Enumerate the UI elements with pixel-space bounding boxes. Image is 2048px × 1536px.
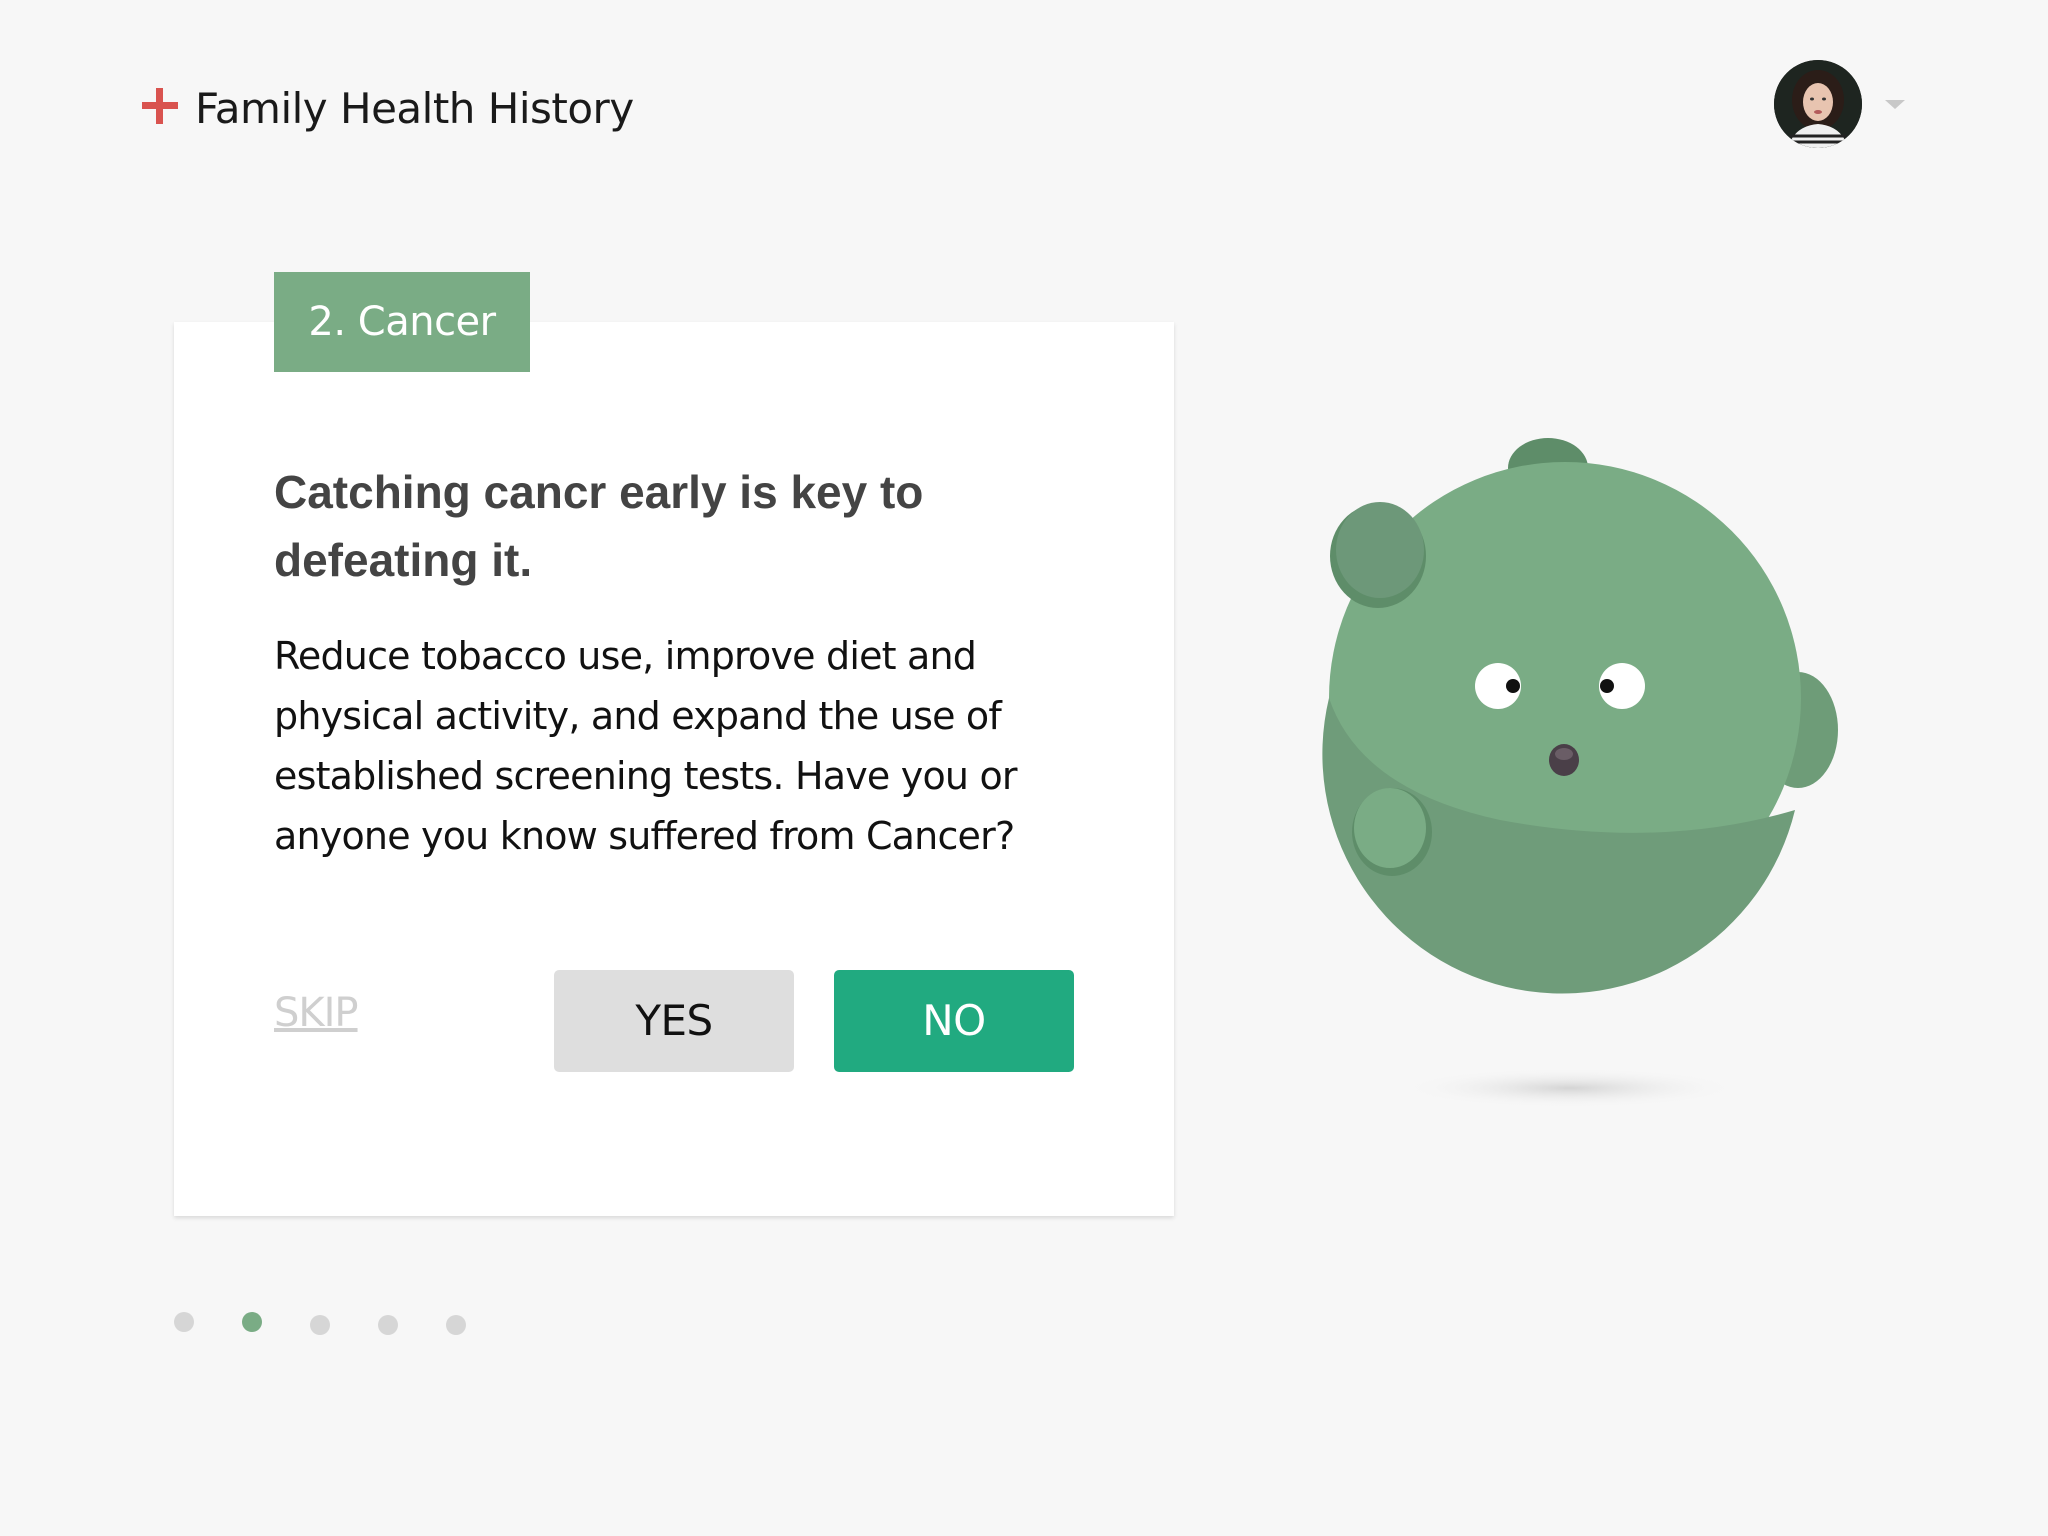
- question-body: Reduce tobacco use, improve diet and phy…: [274, 634, 1018, 858]
- yes-button[interactable]: YES: [554, 970, 794, 1072]
- no-button[interactable]: NO: [834, 970, 1074, 1072]
- pagination-dot-3[interactable]: [310, 1315, 330, 1335]
- pagination-dot-2-active[interactable]: [242, 1312, 262, 1332]
- app-title: Family Health History: [195, 84, 634, 133]
- user-avatar[interactable]: [1774, 60, 1862, 148]
- pagination-dot-4[interactable]: [378, 1315, 398, 1335]
- chevron-down-icon[interactable]: [1885, 100, 1905, 109]
- step-label: 2. Cancer: [274, 272, 530, 372]
- pagination-dot-1[interactable]: [174, 1312, 194, 1332]
- cancer-cell-mascot-illustration: [1300, 420, 1860, 1120]
- question-headline: Catching cancr early is key to defeating…: [274, 466, 924, 586]
- plus-cross-icon: [142, 88, 178, 124]
- skip-link[interactable]: SKIP: [274, 990, 359, 1036]
- pagination-dot-5[interactable]: [446, 1315, 466, 1335]
